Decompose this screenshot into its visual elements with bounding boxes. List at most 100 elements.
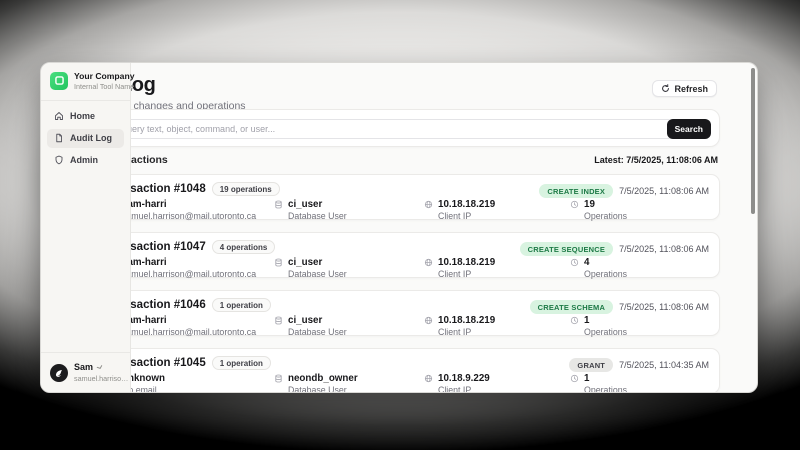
- refresh-icon: [661, 84, 670, 93]
- transaction-timestamp: 7/5/2025, 11:08:06 AM: [619, 302, 709, 312]
- clock-icon: [570, 374, 579, 383]
- field-operations: 19 Operations: [570, 198, 627, 223]
- globe-icon: [424, 200, 433, 209]
- client-ip-value: 10.18.18.219: [438, 314, 495, 327]
- db-user-label: Database User: [288, 269, 347, 281]
- db-user-value: ci_user: [288, 314, 347, 327]
- action-badge: CREATE INDEX: [539, 184, 613, 198]
- search-input[interactable]: [70, 119, 674, 139]
- user-email: samuel.harrison@mail.utor...: [74, 374, 132, 383]
- operations-value: 19: [584, 198, 627, 211]
- field-db-user: ci_user Database User: [274, 314, 347, 339]
- operations-value: 1: [584, 314, 627, 327]
- operations-label: Operations: [584, 385, 627, 393]
- transaction-card[interactable]: Transaction #1045 1 operation GRANT 7/5/…: [92, 348, 720, 393]
- search-button[interactable]: Search: [667, 119, 711, 139]
- latest-timestamp: Latest: 7/5/2025, 11:08:06 AM: [594, 155, 718, 165]
- document-icon: [54, 133, 64, 143]
- field-db-user: ci_user Database User: [274, 198, 347, 223]
- db-user-value: ci_user: [288, 198, 347, 211]
- field-operations: 1 Operations: [570, 372, 627, 393]
- field-db-user: ci_user Database User: [274, 256, 347, 281]
- globe-icon: [424, 258, 433, 267]
- clock-icon: [570, 200, 579, 209]
- user-name-value: sam-harri: [122, 198, 256, 211]
- company-subtitle: Internal Tool Name: [74, 82, 134, 91]
- transaction-card[interactable]: Transaction #1046 1 operation CREATE SCH…: [92, 290, 720, 336]
- sidebar-item-home[interactable]: Home: [47, 107, 124, 126]
- section-row: Transactions Latest: 7/5/2025, 11:08:06 …: [103, 154, 718, 166]
- clock-icon: [570, 316, 579, 325]
- main-content: Audit Log Track schema changes and opera…: [41, 63, 757, 392]
- search-card: Search: [61, 109, 720, 147]
- database-icon: [274, 316, 283, 325]
- client-ip-value: 10.18.18.219: [438, 198, 495, 211]
- client-ip-label: Client IP: [438, 269, 495, 281]
- clock-icon: [570, 258, 579, 267]
- operations-value: 1: [584, 372, 627, 385]
- globe-icon: [424, 374, 433, 383]
- transaction-timestamp: 7/5/2025, 11:04:35 AM: [619, 360, 709, 370]
- user-email-label: samuel.harrison@mail.utoronto.ca: [122, 269, 256, 281]
- refresh-button[interactable]: Refresh: [652, 80, 717, 97]
- user-avatar: [50, 364, 68, 382]
- transaction-list: Transaction #1048 19 operations CREATE I…: [92, 174, 720, 393]
- sidebar-item-admin[interactable]: Admin: [47, 151, 124, 170]
- client-ip-value: 10.18.9.229: [438, 372, 490, 385]
- sidebar-item-label: Home: [70, 111, 95, 121]
- action-badge: CREATE SCHEMA: [530, 300, 613, 314]
- user-name-value: sam-harri: [122, 314, 256, 327]
- client-ip-label: Client IP: [438, 327, 495, 339]
- user-switch-icon: [96, 364, 104, 372]
- field-operations: 4 Operations: [570, 256, 627, 281]
- transaction-card[interactable]: Transaction #1047 4 operations CREATE SE…: [92, 232, 720, 278]
- user-name: Sam: [74, 362, 93, 374]
- database-icon: [274, 258, 283, 267]
- sidebar: Your Company Internal Tool Name Home Aud…: [41, 63, 131, 392]
- shield-icon: [54, 155, 64, 165]
- user-name-value: sam-harri: [122, 256, 256, 269]
- db-user-label: Database User: [288, 211, 347, 223]
- client-ip-label: Client IP: [438, 385, 490, 393]
- sidebar-nav: Home Audit Log Admin: [41, 101, 130, 179]
- operations-value: 4: [584, 256, 627, 269]
- refresh-label: Refresh: [674, 84, 708, 94]
- field-client-ip: 10.18.18.219 Client IP: [424, 198, 495, 223]
- client-ip-label: Client IP: [438, 211, 495, 223]
- database-icon: [274, 200, 283, 209]
- operations-count-pill: 1 operation: [212, 356, 271, 370]
- user-email-label: samuel.harrison@mail.utoronto.ca: [122, 327, 256, 339]
- action-badge: GRANT: [569, 358, 613, 372]
- brand-block: Your Company Internal Tool Name: [41, 63, 130, 101]
- user-email-label: samuel.harrison@mail.utoronto.ca: [122, 211, 256, 223]
- db-user-label: Database User: [288, 327, 347, 339]
- sidebar-item-label: Admin: [70, 155, 98, 165]
- operations-count-pill: 1 operation: [212, 298, 271, 312]
- field-operations: 1 Operations: [570, 314, 627, 339]
- db-user-value: ci_user: [288, 256, 347, 269]
- transaction-timestamp: 7/5/2025, 11:08:06 AM: [619, 186, 709, 196]
- transaction-card[interactable]: Transaction #1048 19 operations CREATE I…: [92, 174, 720, 220]
- company-logo-icon: [50, 72, 68, 90]
- operations-label: Operations: [584, 269, 627, 281]
- app-window: Audit Log Track schema changes and opera…: [40, 62, 758, 393]
- home-icon: [54, 111, 64, 121]
- db-user-value: neondb_owner: [288, 372, 358, 385]
- field-client-ip: 10.18.18.219 Client IP: [424, 314, 495, 339]
- operations-count-pill: 4 operations: [212, 240, 276, 254]
- field-client-ip: 10.18.18.219 Client IP: [424, 256, 495, 281]
- sidebar-user[interactable]: Sam samuel.harrison@mail.utor...: [41, 352, 130, 392]
- sidebar-item-label: Audit Log: [70, 133, 112, 143]
- operations-label: Operations: [584, 211, 627, 223]
- database-icon: [274, 374, 283, 383]
- field-db-user: neondb_owner Database User: [274, 372, 358, 393]
- scrollbar-thumb[interactable]: [751, 68, 755, 214]
- action-badge: CREATE SEQUENCE: [520, 242, 613, 256]
- company-name: Your Company: [74, 71, 134, 82]
- transaction-timestamp: 7/5/2025, 11:08:06 AM: [619, 244, 709, 254]
- operations-count-pill: 19 operations: [212, 182, 280, 196]
- operations-label: Operations: [584, 327, 627, 339]
- sidebar-item-audit-log[interactable]: Audit Log: [47, 129, 124, 148]
- field-client-ip: 10.18.9.229 Client IP: [424, 372, 490, 393]
- page-background: Audit Log Track schema changes and opera…: [0, 0, 800, 450]
